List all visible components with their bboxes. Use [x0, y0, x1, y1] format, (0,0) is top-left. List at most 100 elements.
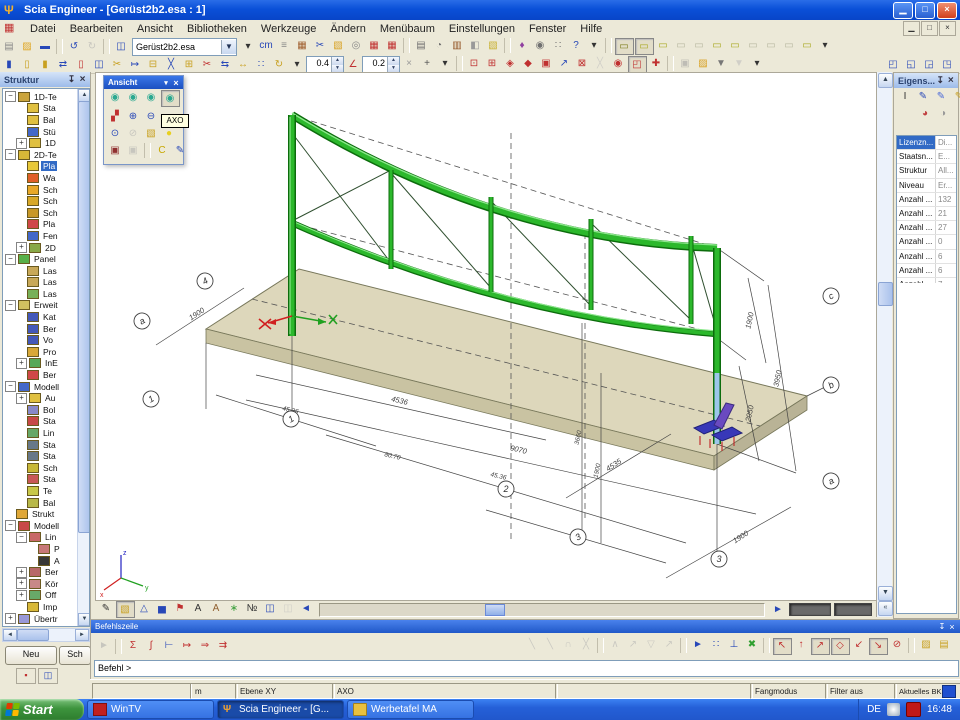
node-move-icon[interactable]: ▮: [1, 57, 18, 72]
layers-icon[interactable]: ≡: [276, 38, 293, 53]
scale-spinner[interactable]: 0.4 ▲▼: [306, 56, 344, 73]
command-input[interactable]: Befehl >: [94, 660, 959, 677]
open-project-icon[interactable]: ▨: [19, 39, 36, 54]
snap-perp-icon[interactable]: ↙: [851, 638, 868, 653]
view-z-icon[interactable]: ◉: [143, 90, 160, 105]
scroll-left-icon[interactable]: ◄: [298, 601, 315, 616]
arc-tool-icon[interactable]: ∩: [560, 638, 577, 653]
view-window-icon[interactable]: ◫: [262, 601, 279, 616]
triangle-snap-icon[interactable]: ▽: [643, 638, 660, 653]
menu-ändern[interactable]: Ändern: [323, 22, 372, 36]
filter-view-icon[interactable]: ▼: [713, 56, 730, 71]
document-export-icon[interactable]: ▧: [485, 38, 502, 53]
beam-copy-icon[interactable]: ⇄: [55, 57, 72, 72]
beam-rotate-icon[interactable]: ↻: [271, 57, 288, 72]
gallery-book-icon[interactable]: ▥: [449, 38, 466, 53]
snap-grid-icon[interactable]: ∷: [708, 638, 725, 653]
light-toggle-icon[interactable]: ●: [161, 126, 178, 141]
menu-fenster[interactable]: Fenster: [522, 22, 573, 36]
status-view[interactable]: AXO: [332, 683, 558, 699]
scroll-up-icon[interactable]: ▲: [878, 73, 893, 88]
view-frame-8-icon[interactable]: ▭: [745, 38, 762, 53]
numbering-icon[interactable]: №: [244, 601, 261, 616]
redo-icon[interactable]: ↻: [84, 39, 101, 54]
support-hinged-icon[interactable]: ◆: [520, 56, 537, 71]
dock-tab-structure[interactable]: ▪: [16, 668, 36, 684]
perspective-icon[interactable]: ▞: [107, 109, 124, 124]
beam-mirror-icon[interactable]: ⇆: [217, 57, 234, 72]
snap-settings-folder-icon[interactable]: ▨: [918, 638, 935, 653]
mdi-restore-button[interactable]: □: [921, 21, 938, 36]
tree-scrollbar[interactable]: ▲ ▼: [77, 89, 89, 626]
menu-datei[interactable]: Datei: [23, 22, 63, 36]
donut-view-icon[interactable]: ◎: [348, 38, 365, 53]
document-folder-icon[interactable]: ▧: [330, 38, 347, 53]
canvas-hscrollbar-thumb[interactable]: [485, 604, 505, 616]
canvas-vscrollbar[interactable]: ▲ ▼ «: [876, 72, 892, 617]
property-row[interactable]: Anzahl ...21: [897, 207, 956, 221]
close-icon[interactable]: ×: [77, 74, 88, 85]
mdi-close-button[interactable]: ×: [939, 21, 956, 36]
section-flag-icon[interactable]: ⚑: [172, 601, 189, 616]
view-frame-6-icon[interactable]: ▭: [709, 38, 726, 53]
geometry-dropdown-icon[interactable]: ▾: [289, 57, 306, 72]
menu-ansicht[interactable]: Ansicht: [130, 22, 180, 36]
new-button[interactable]: Neu: [5, 646, 57, 665]
calculator-icon[interactable]: ▦: [294, 38, 311, 53]
node-select-icon[interactable]: ⊢: [161, 639, 178, 654]
pin-icon[interactable]: ↧: [937, 622, 947, 631]
canvas-hscrollbar[interactable]: [319, 603, 765, 617]
status-plane[interactable]: Ebene XY: [235, 683, 335, 699]
ucs-tool-icon[interactable]: +: [419, 56, 436, 71]
dock-tab-window[interactable]: ◫: [38, 668, 58, 684]
cut-section-icon[interactable]: ✂: [312, 38, 329, 53]
collapse-icon[interactable]: −: [5, 149, 16, 160]
property-row[interactable]: Anzahl ...0: [897, 235, 956, 249]
expand-icon[interactable]: +: [16, 393, 27, 404]
task-wintv[interactable]: WinTV: [87, 700, 214, 719]
status-filter[interactable]: Filter aus: [825, 683, 897, 699]
beam-trim-icon[interactable]: ✂: [109, 57, 126, 72]
vector-snap-icon[interactable]: ↗: [625, 638, 642, 653]
volume-icon[interactable]: [887, 703, 900, 716]
pin-icon[interactable]: ↧: [66, 74, 77, 85]
line-tool-2-icon[interactable]: ╲: [542, 638, 559, 653]
view-frame-5-icon[interactable]: ▭: [691, 38, 708, 53]
minimize-button[interactable]: ▁: [893, 2, 913, 19]
hinge-icon[interactable]: ⊞: [484, 56, 501, 71]
task-werbetafel[interactable]: Werbetafel MA: [347, 700, 474, 719]
import-model-icon[interactable]: ▨: [695, 56, 712, 71]
snap-tangent-icon[interactable]: ↘: [869, 638, 888, 655]
expand-icon[interactable]: +: [16, 138, 27, 149]
scale-up-icon[interactable]: ▲: [332, 57, 343, 65]
center-view-icon[interactable]: ✚: [648, 56, 665, 71]
restore-button[interactable]: □: [915, 2, 935, 19]
mdi-minimize-button[interactable]: ▁: [903, 21, 920, 36]
window-cascade-icon[interactable]: ◰: [885, 57, 902, 72]
view-frame-9-icon[interactable]: ▭: [763, 38, 780, 53]
language-indicator[interactable]: DE: [867, 704, 881, 715]
expand-icon[interactable]: +: [16, 358, 27, 369]
scroll-right-icon[interactable]: ►: [75, 629, 89, 641]
property-row[interactable]: Anzahl ...27: [897, 221, 956, 235]
collapse-icon[interactable]: −: [5, 520, 16, 531]
zoom-in-icon[interactable]: ⊕: [125, 109, 142, 124]
workspace-layout-icon[interactable]: ◫: [113, 39, 130, 54]
snap-list-icon[interactable]: ▤: [936, 638, 953, 653]
scale-down-icon[interactable]: ▼: [332, 65, 343, 73]
beam-split-icon[interactable]: ▯: [73, 57, 90, 72]
beam-intersect-icon[interactable]: ╳: [163, 57, 180, 72]
beam-array-icon[interactable]: ∷: [253, 57, 270, 72]
rigid-arm-icon[interactable]: ↗: [556, 56, 573, 71]
undo-icon[interactable]: ↺: [66, 39, 83, 54]
beam-break-icon[interactable]: ⊟: [145, 57, 162, 72]
line-tool-icon[interactable]: ╲: [524, 638, 541, 653]
cross-tool-icon[interactable]: ╳: [578, 638, 595, 653]
beam-cut-icon[interactable]: ✂: [199, 57, 216, 72]
scroll-left-icon[interactable]: ◄: [3, 629, 17, 641]
chevron-down-icon[interactable]: ▾: [161, 79, 171, 87]
snap-edge-icon[interactable]: ◇: [831, 638, 850, 655]
command-panel-header[interactable]: Befehlszeile ↧ ×: [91, 620, 960, 633]
pencil-mode-icon[interactable]: ✎: [98, 601, 115, 616]
property-row[interactable]: NiveauEr...: [897, 179, 956, 193]
